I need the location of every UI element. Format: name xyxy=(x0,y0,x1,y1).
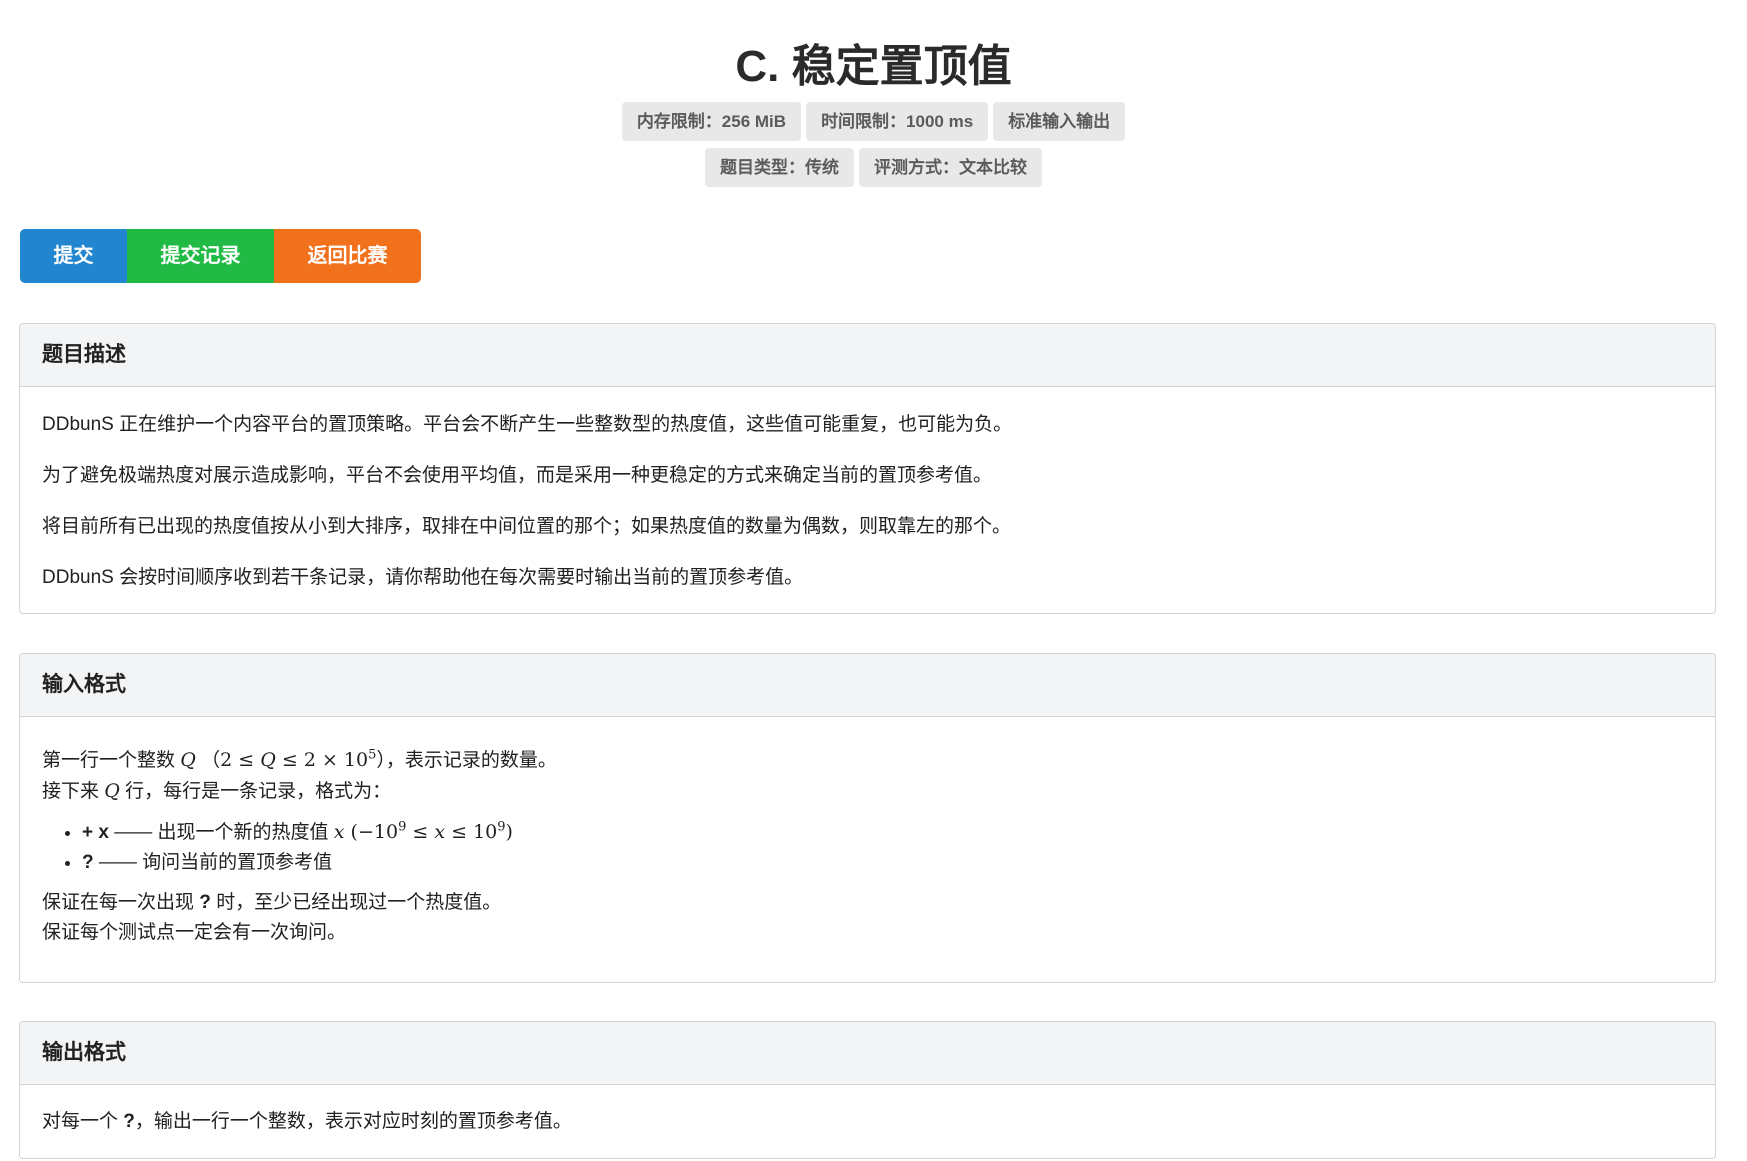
guarantee-line-2: 保证每个测试点一定会有一次询问。 xyxy=(42,922,347,943)
output-prefix: 对每一个 xyxy=(42,1111,119,1132)
meta-labels-row-1: 内存限制：256 MiB 时间限制：1000 ms 标准输入输出 xyxy=(0,102,1747,141)
description-heading: 题目描述 xyxy=(20,324,1715,387)
problem-type-label: 题目类型：传统 xyxy=(705,148,854,187)
list-item: ? —— 询问当前的置顶参考值 xyxy=(82,848,1693,878)
io-type-label: 标准输入输出 xyxy=(993,102,1126,141)
range-leq: ≤ xyxy=(406,821,435,843)
back-to-contest-button[interactable]: 返回比赛 xyxy=(274,229,421,283)
input-format-section: 输入格式 第一行一个整数 Q （2 ≤ Q ≤ 2 × 105），表示记录的数量… xyxy=(19,653,1716,983)
record-format-list: + x —— 出现一个新的热度值 x (−109 ≤ x ≤ 109) ? ——… xyxy=(42,817,1693,878)
op-add-text: —— 出现一个新的热度值 xyxy=(114,822,329,843)
input-line-1-suffix: ，表示记录的数量。 xyxy=(385,750,557,771)
guarantee-1-suffix: 时，至少已经出现过一个热度值。 xyxy=(216,892,502,913)
problem-page: C. 稳定置顶值 内存限制：256 MiB 时间限制：1000 ms 标准输入输… xyxy=(0,0,1747,1161)
constraint-upper: ≤ 2 × 10 xyxy=(275,749,369,771)
judge-method-label: 评测方式：文本比较 xyxy=(859,148,1042,187)
description-paragraph: DDbunS 正在维护一个内容平台的置顶策略。平台会不断产生一些整数型的热度值，… xyxy=(42,414,1013,435)
math-var-x: x xyxy=(333,821,345,843)
op-query: ? xyxy=(82,852,94,873)
submission-records-button[interactable]: 提交记录 xyxy=(127,229,274,283)
math-var-q: Q xyxy=(180,749,196,771)
description-paragraph: DDbunS 会按时间顺序收到若干条记录，请你帮助他在每次需要时输出当前的置顶参… xyxy=(42,567,804,588)
meta-labels-row-2: 题目类型：传统 评测方式：文本比较 xyxy=(0,148,1747,187)
range-close: ) xyxy=(505,821,513,843)
math-var-q: Q xyxy=(104,780,120,802)
guarantee-line-1: 保证在每一次出现 ? 时，至少已经出现过一个热度值。 xyxy=(42,888,1693,918)
output-suffix: ，输出一行一个整数，表示对应时刻的置顶参考值。 xyxy=(134,1111,572,1132)
range-exponent: 9 xyxy=(497,819,506,835)
op-add: + x xyxy=(82,822,109,843)
output-line: 对每一个 ?，输出一行一个整数，表示对应时刻的置顶参考值。 xyxy=(42,1107,1693,1137)
op-query-text: —— 询问当前的置顶参考值 xyxy=(98,852,333,873)
math-var-x: x xyxy=(434,821,446,843)
description-body: DDbunS 正在维护一个内容平台的置顶策略。平台会不断产生一些整数型的热度值，… xyxy=(20,387,1715,634)
output-format-heading: 输出格式 xyxy=(20,1022,1715,1085)
description-section: 题目描述 DDbunS 正在维护一个内容平台的置顶策略。平台会不断产生一些整数型… xyxy=(19,323,1716,614)
math-var-q: Q xyxy=(260,749,276,771)
constraint-lower: 2 ≤ xyxy=(220,749,261,771)
op-query: ? xyxy=(199,892,211,913)
range-upper: ≤ 10 xyxy=(445,821,498,843)
input-line-2-prefix: 接下来 xyxy=(42,781,100,802)
output-format-body: 对每一个 ?，输出一行一个整数，表示对应时刻的置顶参考值。 xyxy=(20,1085,1715,1157)
paren-open: （ xyxy=(201,750,221,771)
output-format-section: 输出格式 对每一个 ?，输出一行一个整数，表示对应时刻的置顶参考值。 xyxy=(19,1021,1716,1159)
input-format-heading: 输入格式 xyxy=(20,654,1715,717)
paren-close: ） xyxy=(376,750,386,771)
description-paragraph: 将目前所有已出现的热度值按从小到大排序，取排在中间位置的那个；如果热度值的数量为… xyxy=(42,516,1012,537)
memory-limit-label: 内存限制：256 MiB xyxy=(621,102,802,141)
action-button-group: 提交 提交记录 返回比赛 xyxy=(20,229,421,283)
range-lower: (−10 xyxy=(344,821,399,843)
problem-title: C. 稳定置顶值 xyxy=(735,42,1012,91)
input-line-1: 第一行一个整数 Q （2 ≤ Q ≤ 2 × 105），表示记录的数量。 xyxy=(42,745,1693,776)
guarantee-1-prefix: 保证在每一次出现 xyxy=(42,892,195,913)
submit-button[interactable]: 提交 xyxy=(20,229,127,283)
list-item: + x —— 出现一个新的热度值 x (−109 ≤ x ≤ 109) xyxy=(82,817,1693,848)
input-line-2-suffix: 行，每行是一条记录，格式为： xyxy=(125,781,392,802)
input-line-1-prefix: 第一行一个整数 xyxy=(42,750,176,771)
input-format-body: 第一行一个整数 Q （2 ≤ Q ≤ 2 × 105），表示记录的数量。 接下来… xyxy=(20,717,1715,968)
time-limit-label: 时间限制：1000 ms xyxy=(806,102,989,141)
op-query: ? xyxy=(123,1111,135,1132)
description-paragraph: 为了避免极端热度对展示造成影响，平台不会使用平均值，而是采用一种更稳定的方式来确… xyxy=(42,465,993,486)
input-line-2: 接下来 Q 行，每行是一条记录，格式为： xyxy=(42,776,1693,807)
